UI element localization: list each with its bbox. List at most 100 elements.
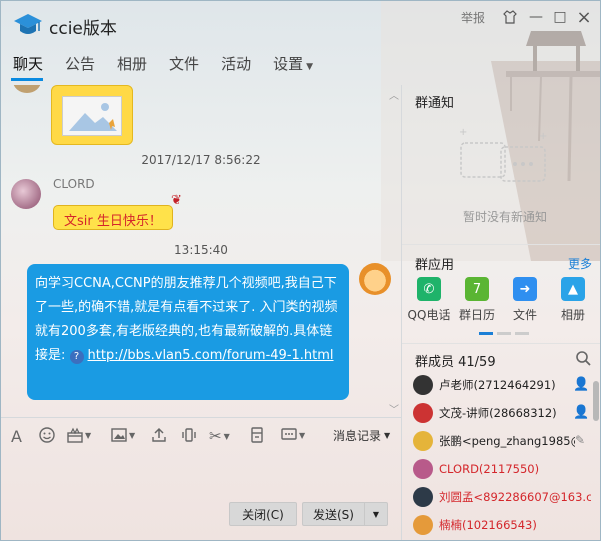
member-list-scrollbar[interactable] (593, 381, 599, 421)
avatar (413, 375, 433, 395)
tab-bar: 聊天 公告 相册 文件 活动 设置 ▼ (1, 49, 323, 81)
sender-name: CLORD (53, 177, 95, 191)
page-dot[interactable] (515, 332, 529, 335)
balloon-icon: ❦ (171, 193, 182, 208)
outgoing-message-bubble[interactable]: 向学习CCNA,CCNP的朋友推荐几个视频吧,我自己下了一些,的确不错,就是有点… (27, 264, 349, 400)
tab-files-label: 文件 (169, 55, 200, 73)
link-question-icon: ? (69, 350, 84, 364)
tab-album[interactable]: 相册 (105, 49, 157, 81)
tab-chat-label: 聊天 (13, 55, 44, 73)
my-avatar[interactable] (359, 263, 391, 295)
tab-album-label: 相册 (117, 55, 148, 73)
message-timestamp: 13:15:40 (174, 243, 228, 257)
search-icon[interactable] (575, 350, 591, 366)
chevron-down-icon: ▼ (306, 62, 314, 72)
sender-avatar[interactable] (11, 179, 41, 209)
member-item[interactable]: 卢老师(2712464291) (413, 372, 591, 398)
member-item[interactable]: 文茂-讲师(28668312) (413, 400, 591, 426)
upload-icon[interactable] (151, 427, 167, 443)
members-title: 群成员 41/59 (415, 355, 496, 370)
tab-settings-label: 设置 (273, 55, 304, 73)
tab-announcement[interactable]: 公告 (53, 49, 105, 81)
avatar (413, 403, 433, 423)
tab-files[interactable]: 文件 (157, 49, 209, 81)
chat-history[interactable]: 2017/12/17 8:56:22 CLORD 文sir 生日快乐！ ❦ 13… (1, 85, 401, 417)
tab-settings[interactable]: 设置 ▼ (261, 49, 323, 81)
minimize-button[interactable]: — (527, 8, 545, 26)
tab-chat[interactable]: 聊天 (1, 49, 53, 81)
message-link[interactable]: http://bbs.vlan5.com/forum-49-1.html (88, 348, 334, 363)
empty-notice-icon: + + (453, 121, 553, 201)
maximize-button[interactable]: □ (551, 8, 569, 26)
app-label: 相册 (560, 308, 585, 322)
shake-icon[interactable] (181, 427, 197, 443)
app-album[interactable]: ▲ 相册 (549, 277, 597, 323)
message-text: 文sir 生日快乐！ (64, 214, 162, 229)
close-chat-button[interactable]: 关闭(C) (229, 502, 297, 526)
emoji-icon[interactable] (39, 427, 55, 443)
qq-group-chat-window: ccie版本 举报 — □ × 聊天 公告 相册 文件 活动 设置 ▼ 2017/… (0, 0, 601, 541)
admin-badge-icon: 👤 (573, 405, 590, 420)
red-packet-icon[interactable] (249, 427, 265, 443)
scissors-icon[interactable]: ✂ ▼ (209, 427, 230, 445)
gift-icon[interactable]: ▼ (67, 427, 91, 443)
member-item[interactable]: CLORD(2117550) (413, 456, 591, 482)
send-button[interactable]: 发送(S) (302, 502, 364, 526)
member-item[interactable]: 张鹏<peng_zhang1985@ (413, 428, 591, 454)
calendar-icon: 7 (465, 277, 489, 301)
tab-activity-label: 活动 (221, 55, 252, 73)
message-history-label: 消息记录 (333, 429, 382, 443)
skin-icon[interactable] (501, 8, 519, 26)
divider (1, 417, 401, 418)
divider (402, 244, 600, 245)
member-name: CLORD(2117550) (439, 462, 540, 476)
app-calendar[interactable]: 7 群日历 (453, 277, 501, 323)
send-options-button[interactable]: ▼ (364, 502, 388, 526)
image-message-bubble[interactable] (51, 85, 133, 145)
report-link[interactable]: 举报 (461, 9, 485, 26)
message-history-button[interactable]: 消息记录 ▼ (333, 427, 390, 444)
group-logo-icon (13, 10, 43, 40)
font-icon[interactable]: A (11, 427, 22, 446)
apps-title: 群应用 (415, 258, 455, 273)
chevron-down-icon: ▼ (299, 430, 306, 440)
more-apps-link[interactable]: 更多 (568, 255, 592, 272)
avatar (413, 431, 433, 451)
member-name: 张鹏<peng_zhang1985@ (439, 434, 575, 448)
phone-icon: ✆ (417, 277, 441, 301)
member-item[interactable]: 楠楠(102166543) (413, 512, 591, 538)
message-timestamp: 2017/12/17 8:56:22 (141, 153, 261, 167)
member-name: 刘圆孟<892286607@163.com (439, 490, 591, 504)
tab-announcement-label: 公告 (65, 55, 96, 73)
edit-icon[interactable]: ✎ (575, 433, 585, 447)
app-files[interactable]: ➜ 文件 (501, 277, 549, 323)
app-page-indicator[interactable] (479, 332, 529, 335)
member-name: 卢老师(2712464291) (439, 378, 556, 392)
tab-activity[interactable]: 活动 (209, 49, 261, 81)
app-label: QQ电话 (407, 308, 451, 322)
member-item[interactable]: 刘圆孟<892286607@163.com (413, 484, 591, 510)
message-input[interactable] (1, 451, 401, 495)
window-title: ccie版本 (49, 19, 117, 39)
divider (401, 85, 402, 540)
more-tools-icon[interactable]: ▼ (281, 427, 305, 443)
svg-text:+: + (539, 131, 547, 142)
chevron-down-icon: ▼ (129, 430, 136, 440)
chevron-down-icon: ▼ (85, 430, 92, 440)
app-label: 群日历 (458, 308, 495, 322)
avatar (413, 487, 433, 507)
image-icon[interactable]: ▼ (111, 427, 135, 443)
message-bubble[interactable]: 文sir 生日快乐！ (53, 205, 173, 230)
scroll-down-icon[interactable]: ﹀ (389, 401, 399, 416)
chevron-down-icon: ▼ (372, 509, 380, 519)
divider (402, 343, 600, 344)
scroll-up-icon[interactable]: ︿ (389, 87, 399, 102)
page-dot[interactable] (497, 332, 511, 335)
member-name: 楠楠(102166543) (439, 518, 537, 532)
app-qq-call[interactable]: ✆ QQ电话 (405, 277, 453, 323)
notice-title: 群通知 (415, 96, 455, 111)
page-dot[interactable] (479, 332, 493, 335)
avatar[interactable] (13, 85, 41, 93)
close-button[interactable]: × (575, 7, 593, 28)
admin-badge-icon: 👤 (573, 377, 590, 392)
